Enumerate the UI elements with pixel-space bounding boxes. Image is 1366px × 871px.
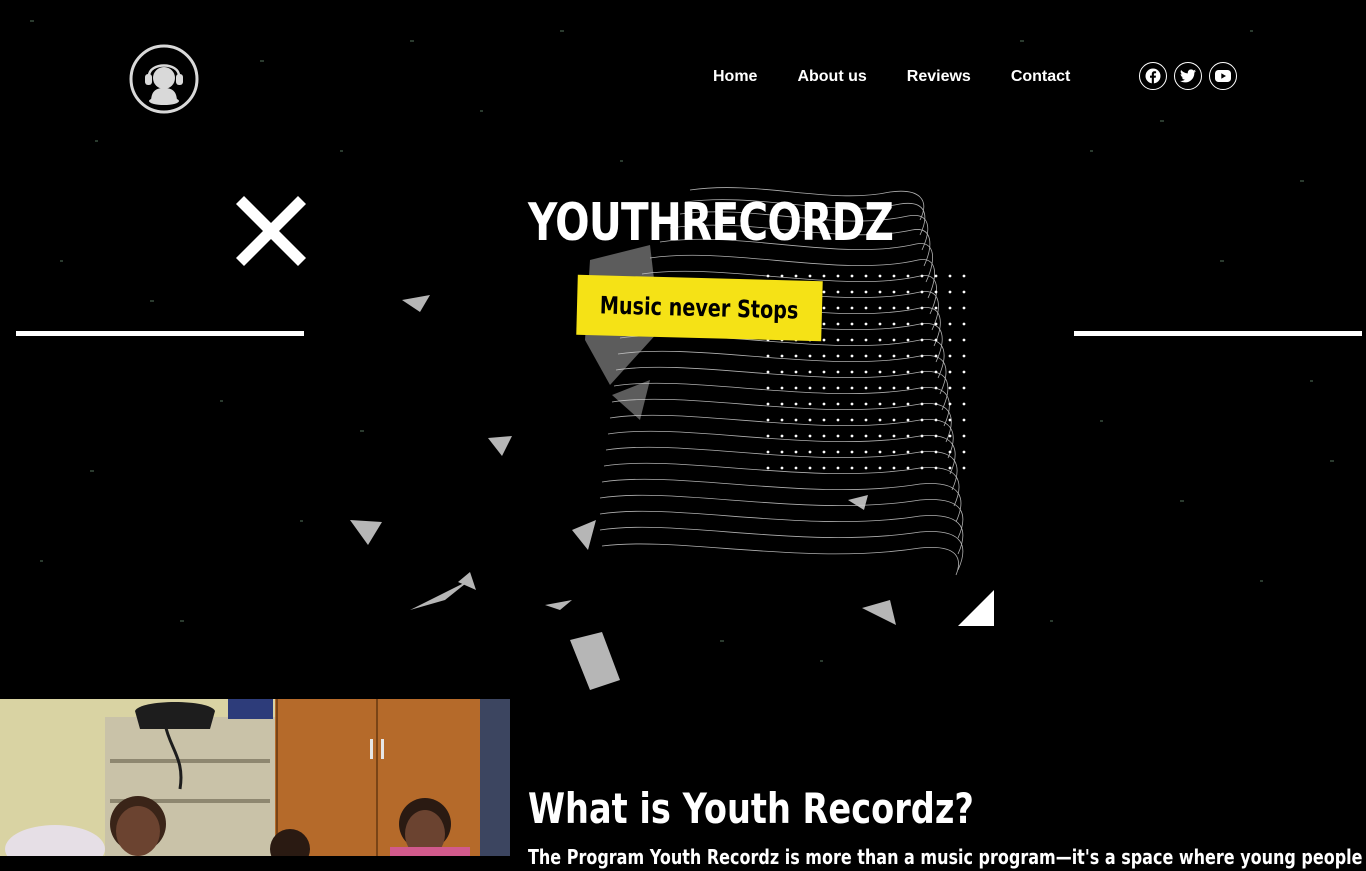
social-links [1139, 62, 1237, 90]
site-header: Home About us Reviews Contact [0, 0, 1366, 150]
hero-section: Home About us Reviews Contact YOUTHRECOR… [0, 0, 1366, 699]
main-nav: Home About us Reviews Contact [713, 67, 1110, 87]
twitter-icon[interactable] [1174, 62, 1202, 90]
youtube-icon[interactable] [1209, 62, 1237, 90]
nav-home[interactable]: Home [713, 67, 757, 87]
x-mark-icon [236, 196, 306, 266]
nav-about-us[interactable]: About us [797, 67, 866, 87]
triangle-shape [958, 590, 994, 626]
about-heading: What is Youth Recordz? [528, 783, 974, 833]
about-paragraph: The Program Youth Recordz is more than a… [528, 845, 1366, 869]
hero-brand-title: YOUTHRECORDZ [528, 193, 894, 253]
site-logo-icon[interactable] [129, 44, 199, 114]
nav-reviews[interactable]: Reviews [907, 67, 971, 87]
facebook-icon[interactable] [1139, 62, 1167, 90]
nav-contact[interactable]: Contact [1011, 67, 1071, 87]
decorative-line-left [16, 331, 304, 336]
music-never-stops-button[interactable]: Music never Stops [576, 274, 823, 342]
cta-label: Music never Stops [599, 291, 800, 325]
program-photo [0, 699, 510, 856]
decorative-line-right [1074, 331, 1362, 336]
classroom-photo-illustration [0, 699, 510, 856]
